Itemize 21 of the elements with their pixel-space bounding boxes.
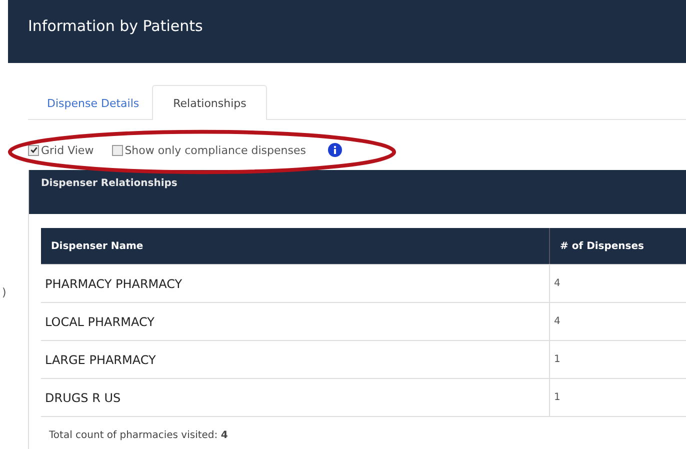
table-cell-text: DRUGS R US [44, 390, 122, 406]
column-header: Dispenser Name [50, 240, 144, 254]
table-cell-text: LOCAL PHARMACY [44, 314, 156, 330]
table-cell: 4 [549, 303, 686, 340]
table-cell-text: PHARMACY PHARMACY [44, 276, 184, 292]
column-header: # of Dispenses [549, 228, 686, 264]
info-icon[interactable] [328, 143, 342, 157]
collapse-handle[interactable]: ) [2, 286, 6, 299]
table-cell: 1 [549, 379, 686, 416]
tab[interactable]: Dispense Details [34, 85, 152, 120]
checkbox[interactable] [28, 144, 39, 156]
checkbox[interactable] [112, 144, 123, 156]
total-count: Total count of pharmacies visited: 4 [49, 430, 228, 440]
table-cell: 1 [549, 341, 686, 378]
panel-title: Dispenser Relationships [41, 178, 178, 189]
table-cell: 4 [549, 265, 686, 302]
tab[interactable]: Relationships [152, 85, 268, 120]
checkbox-label: Grid View [41, 144, 94, 156]
checkbox-label: Show only compliance dispenses [124, 144, 306, 156]
page-title: Information by Patients [28, 17, 203, 35]
table-cell-text: LARGE PHARMACY [44, 352, 157, 368]
